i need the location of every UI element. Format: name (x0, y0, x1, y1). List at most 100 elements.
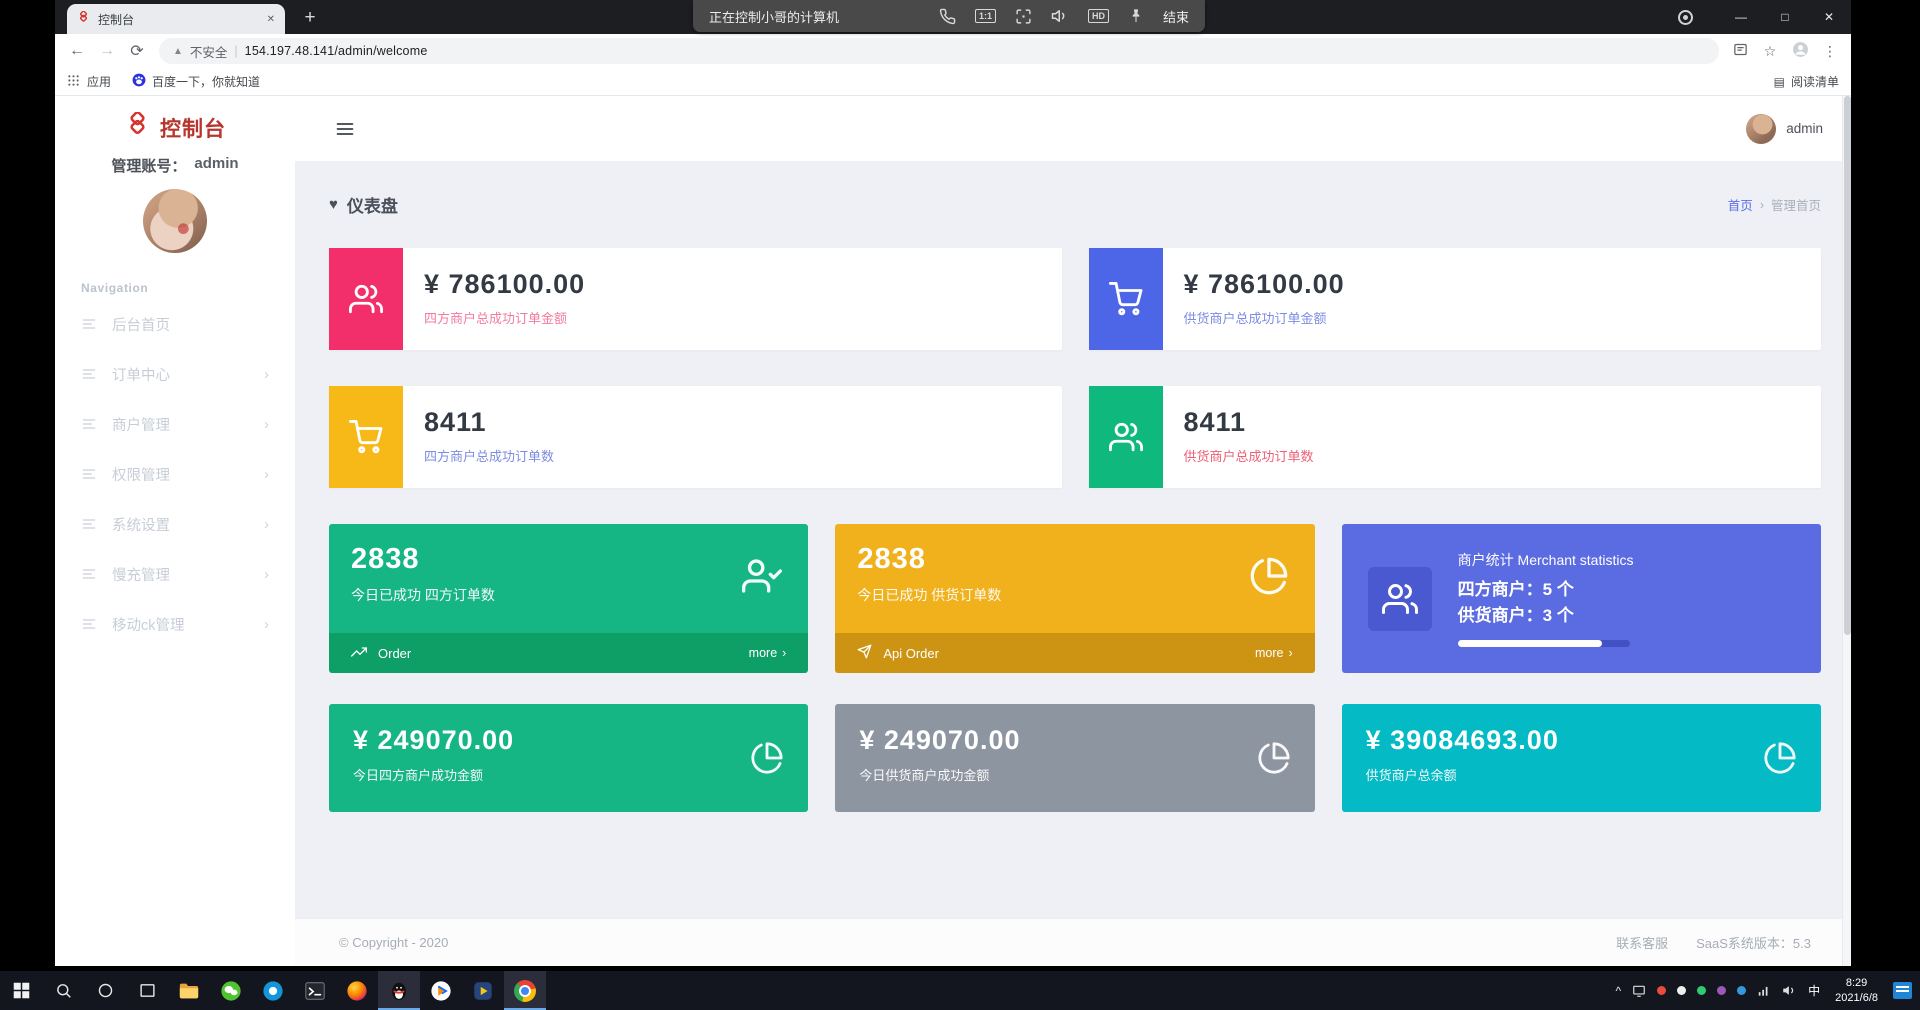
toolbar-actions: ☆ ⋮ (1727, 41, 1843, 61)
card-label: 今日已成功 四方订单数 (351, 587, 495, 603)
support-link[interactable]: 联系客服 (1616, 933, 1668, 952)
security-label: 不安全 (189, 45, 228, 60)
stat-label: 供货商户总成功订单金额 (1183, 311, 1327, 326)
green-app-icon[interactable] (210, 971, 252, 1010)
bookmark-star-icon[interactable]: ☆ (1757, 43, 1783, 60)
cortana-icon[interactable] (84, 971, 126, 1010)
close-window-button[interactable]: ✕ (1807, 0, 1851, 34)
start-button[interactable] (0, 971, 42, 1010)
cart-icon (1088, 248, 1163, 350)
language-indicator[interactable]: 中 (1808, 982, 1820, 999)
reading-list-button[interactable]: ▤ 阅读清单 (1774, 73, 1839, 90)
speaker-icon[interactable] (1051, 7, 1069, 25)
card-label: 今日已成功 供货订单数 (857, 587, 1002, 603)
sidebar-item-orders[interactable]: 订单中心 › (55, 349, 295, 399)
sidebar-item-settings[interactable]: 系统设置 › (55, 499, 295, 549)
menu-toggle-icon[interactable] (335, 119, 355, 139)
forward-icon[interactable]: → (93, 37, 121, 65)
users-icon (329, 248, 403, 350)
chevron-right-icon: › (782, 646, 787, 660)
account-row: 管理账号： admin (111, 155, 238, 176)
network-icon[interactable] (1757, 984, 1771, 998)
list-icon (81, 616, 97, 632)
sidebar-item-merchants[interactable]: 商户管理 › (55, 399, 295, 449)
qq-icon[interactable] (378, 971, 420, 1010)
search-icon[interactable] (42, 971, 84, 1010)
breadcrumb-home[interactable]: 首页 (1728, 195, 1753, 214)
list-icon (81, 466, 97, 482)
white-tray-icon[interactable] (1677, 986, 1687, 995)
media-player-icon[interactable] (462, 971, 504, 1010)
profile-icon[interactable] (1787, 41, 1813, 61)
menu-kebab-icon[interactable]: ⋮ (1817, 43, 1843, 60)
api-order-footer-link[interactable]: Api Order more › (835, 633, 1315, 673)
red-tray-icon[interactable] (1657, 986, 1667, 995)
today-fourparty-amount-card: ¥ 249070.00 今日四方商户成功金额 (329, 704, 809, 812)
taskbar-clock[interactable]: 8:29 2021/6/8 (1831, 976, 1882, 1006)
chrome-icon[interactable] (504, 971, 546, 1010)
action-center-icon[interactable] (1893, 982, 1912, 999)
bookmark-apps[interactable]: 应用 (87, 73, 111, 90)
page-footer: © Copyright - 2020 联系客服 SaaS系统版本：5.3 (295, 918, 1851, 966)
terminal-icon[interactable] (294, 971, 336, 1010)
stat-card-fourparty-amount: ¥ 786100.00 四方商户总成功订单金额 (329, 248, 1062, 350)
minimize-button[interactable]: — (1719, 0, 1763, 34)
purple-tray-icon[interactable] (1717, 986, 1727, 995)
maximize-button[interactable]: □ (1763, 0, 1807, 34)
breadcrumb-current: 管理首页 (1770, 199, 1821, 213)
apps-grid-icon[interactable] (67, 74, 80, 90)
back-icon[interactable]: ← (63, 37, 91, 65)
window-controls: — □ ✕ (1678, 0, 1851, 34)
green-tray-icon[interactable] (1697, 986, 1707, 995)
user-menu[interactable]: admin (1746, 113, 1823, 144)
card-value: ¥ 249070.00 (353, 725, 515, 755)
cart-icon (329, 386, 403, 488)
page-title: ♥ 仪表盘 (329, 196, 398, 216)
order-footer-link[interactable]: Order more › (329, 633, 809, 673)
new-tab-button[interactable]: + (297, 7, 323, 29)
card-label: 今日供货商户成功金额 (859, 768, 990, 783)
avatar[interactable] (143, 189, 207, 253)
reload-icon[interactable]: ⟳ (123, 37, 151, 65)
blue-app-icon[interactable] (252, 971, 294, 1010)
volume-icon[interactable] (1782, 983, 1797, 998)
bookmark-baidu[interactable]: 百度一下，你就知道 (132, 73, 260, 90)
browser-tab[interactable]: 控制台 ✕ (67, 4, 285, 34)
sidebar-item-mobile-ck[interactable]: 移动ck管理 › (55, 599, 295, 649)
app-logo[interactable]: 控制台 (124, 111, 226, 144)
breadcrumb: 首页 › 管理首页 (1728, 195, 1821, 214)
user-check-icon (742, 556, 783, 601)
version-text: SaaS系统版本：5.3 (1696, 936, 1811, 951)
scrollbar[interactable] (1842, 96, 1851, 966)
card-value: 2838 (857, 543, 926, 575)
account-label: 管理账号： (111, 158, 187, 175)
stat-card-supplier-orders: 8411 供货商户总成功订单数 (1088, 386, 1821, 488)
url-text: 154.197.48.141/admin/welcome (244, 44, 428, 58)
hd-quality-button[interactable]: HD (1087, 9, 1109, 23)
monitor-tray-icon[interactable] (1632, 984, 1646, 998)
blue-tray-icon[interactable] (1737, 986, 1747, 995)
file-explorer-icon[interactable] (168, 971, 210, 1010)
end-session-button[interactable]: 结束 (1163, 7, 1189, 26)
firefox-icon[interactable] (336, 971, 378, 1010)
address-bar[interactable]: ▲ 不安全 | 154.197.48.141/admin/welcome (159, 38, 1719, 64)
stat-value: 8411 (1183, 407, 1247, 437)
reading-list-icon: ▤ (1773, 74, 1785, 89)
actual-size-button[interactable]: 1:1 (974, 9, 996, 23)
sidebar-item-slowcharge[interactable]: 慢充管理 › (55, 549, 295, 599)
fullscreen-icon[interactable] (1015, 8, 1032, 25)
tencent-video-icon[interactable] (420, 971, 462, 1010)
pin-icon[interactable] (1128, 8, 1144, 24)
stat-label: 供货商户总成功订单数 (1183, 449, 1314, 464)
task-view-icon[interactable] (126, 971, 168, 1010)
tab-close-icon[interactable]: ✕ (267, 14, 275, 25)
hidden-icons-caret[interactable]: ^ (1616, 984, 1622, 998)
session-indicator-icon[interactable] (1678, 9, 1693, 25)
voice-call-icon[interactable] (939, 8, 956, 25)
browser-toolbar: ← → ⟳ ▲ 不安全 | 154.197.48.141/admin/welco… (55, 34, 1851, 68)
sidebar-item-home[interactable]: 后台首页 (55, 299, 295, 349)
sidebar-item-permissions[interactable]: 权限管理 › (55, 449, 295, 499)
chevron-right-icon: › (264, 465, 269, 483)
url-divider: | (234, 44, 238, 58)
translate-icon[interactable] (1727, 42, 1753, 60)
